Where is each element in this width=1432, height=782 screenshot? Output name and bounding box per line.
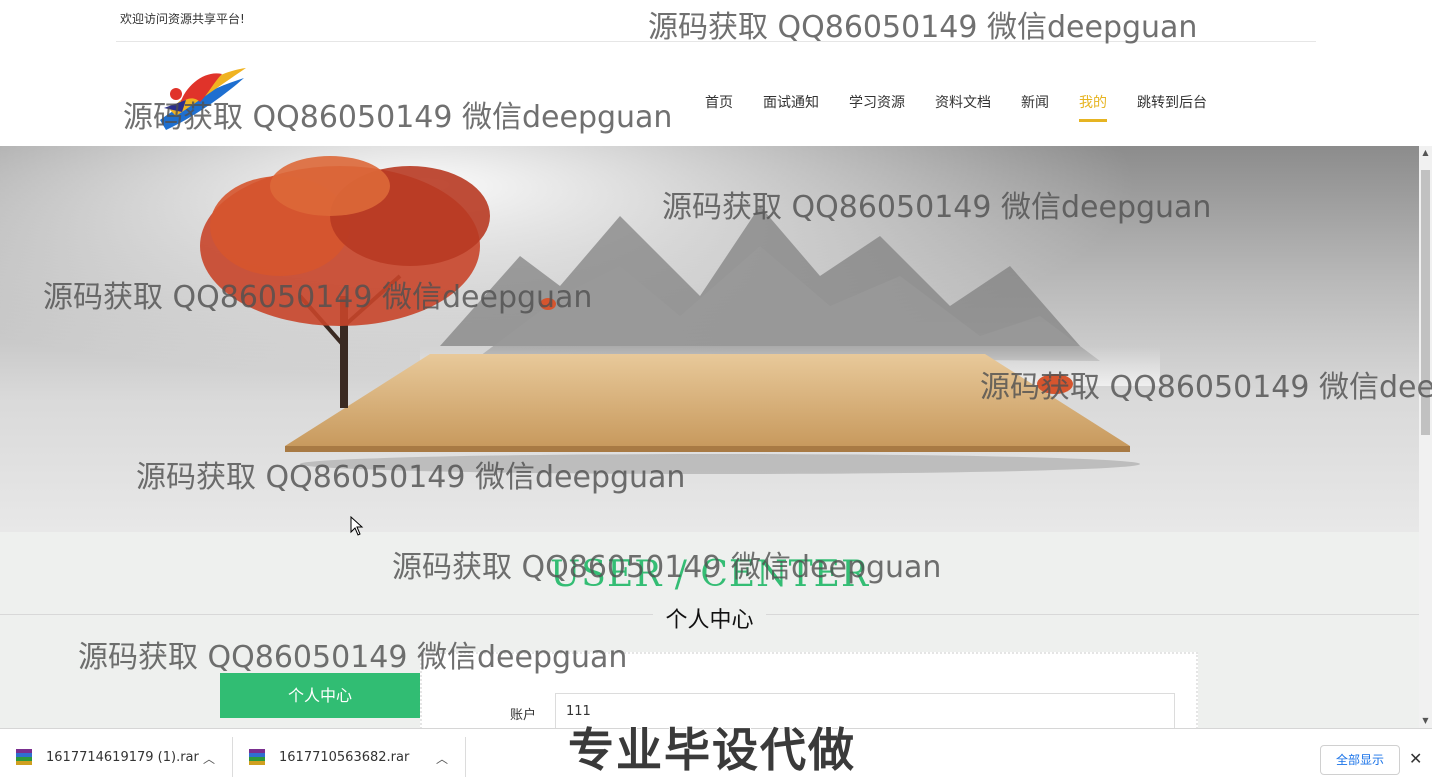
download-separator — [465, 737, 466, 777]
nav-item-news[interactable]: 新闻 — [1006, 82, 1064, 122]
nav-item-home[interactable]: 首页 — [690, 82, 748, 122]
site-logo[interactable] — [156, 60, 248, 132]
nav-item-mine[interactable]: 我的 — [1064, 82, 1122, 122]
scroll-down-arrow-icon[interactable]: ▼ — [1419, 714, 1432, 728]
download-item[interactable]: 1617710563682.rar — [249, 737, 409, 777]
mouse-cursor-icon — [350, 516, 364, 536]
download-separator — [232, 737, 233, 777]
page: 欢迎访问资源共享平台! 首页 面试通知 学习资源 资料文档 新闻 我的 跳转到后… — [0, 0, 1432, 782]
user-center-section: USER / CENTER 个人中心 个人中心 账户 111 — [0, 532, 1419, 733]
account-label: 账户 — [510, 708, 537, 723]
download-filename: 1617714619179 (1).rar — [46, 749, 199, 765]
site-header: 首页 面试通知 学习资源 资料文档 新闻 我的 跳转到后台 — [0, 42, 1419, 146]
welcome-text: 欢迎访问资源共享平台! — [120, 12, 245, 26]
scroll-thumb[interactable] — [1421, 170, 1430, 435]
scroll-up-arrow-icon[interactable]: ▲ — [1419, 146, 1432, 160]
chevron-up-icon[interactable]: ︿ — [436, 750, 448, 767]
download-filename: 1617710563682.rar — [279, 749, 410, 765]
banner-image — [0, 146, 1419, 532]
nav-item-interview-notice[interactable]: 面试通知 — [748, 82, 834, 122]
download-item[interactable]: 1617714619179 (1).rar — [16, 737, 199, 777]
hero-banner — [0, 146, 1419, 532]
rar-archive-icon — [249, 749, 265, 765]
top-bar: 欢迎访问资源共享平台! — [0, 0, 1419, 42]
nav-item-documents[interactable]: 资料文档 — [920, 82, 1006, 122]
section-title-en: USER / CENTER — [549, 554, 870, 595]
close-icon[interactable]: ✕ — [1409, 749, 1422, 768]
section-title-cn: 个人中心 — [0, 602, 1419, 634]
section-title-cn-text: 个人中心 — [653, 608, 766, 633]
user-center-button[interactable]: 个人中心 — [220, 673, 420, 718]
page-scrollbar[interactable]: ▲ ▼ — [1419, 146, 1432, 728]
rar-archive-icon — [16, 749, 32, 765]
show-all-downloads-button[interactable]: 全部显示 — [1320, 745, 1400, 775]
promo-overlay-text: 专业毕设代做 — [567, 722, 856, 778]
nav-item-admin[interactable]: 跳转到后台 — [1122, 82, 1222, 122]
chevron-up-icon[interactable]: ︿ — [203, 750, 215, 767]
nav-item-learning-resources[interactable]: 学习资源 — [834, 82, 920, 122]
main-nav: 首页 面试通知 学习资源 资料文档 新闻 我的 跳转到后台 — [690, 82, 1222, 122]
